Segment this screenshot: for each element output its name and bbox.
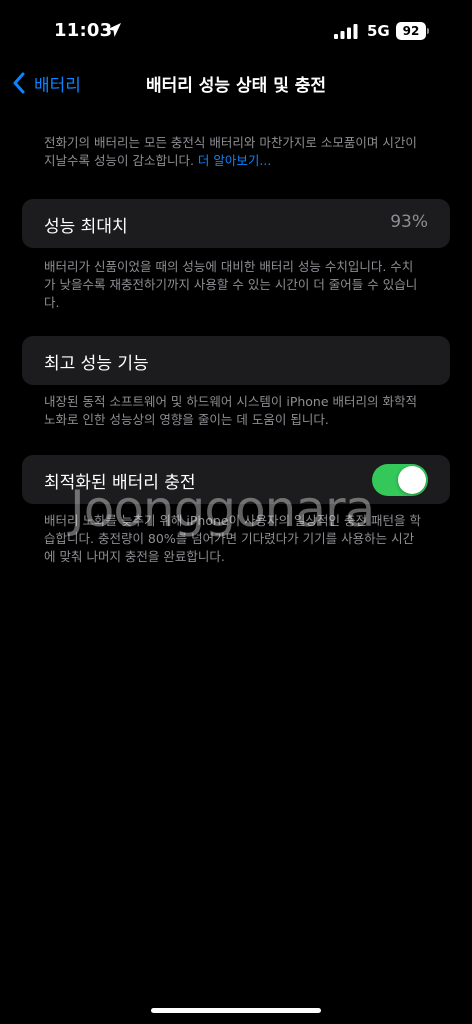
nav-bar: 배터리 배터리 성능 상태 및 충전 — [0, 62, 472, 106]
max-capacity-row: 성능 최대치 93% — [22, 199, 450, 248]
max-capacity-footnote: 배터리가 신품이었을 때의 성능에 대비한 배터리 성능 수치입니다. 수치가 … — [44, 259, 418, 310]
home-indicator[interactable] — [151, 1008, 321, 1013]
battery-icon: 92 — [396, 22, 430, 40]
optimized-charging-toggle[interactable] — [372, 464, 428, 496]
max-capacity-label: 성능 최대치 — [44, 217, 128, 237]
signal-bars-icon — [334, 24, 358, 39]
status-time: 11:03 — [54, 20, 113, 41]
learn-more-link[interactable]: 더 알아보기... — [198, 153, 271, 168]
battery-level: 92 — [402, 24, 420, 38]
peak-performance-footnote: 내장된 동적 소프트웨어 및 하드웨어 시스템이 iPhone 배터리의 화학적… — [44, 394, 417, 427]
network-type: 5G — [367, 22, 390, 40]
peak-performance-row[interactable]: 최고 성능 기능 — [22, 336, 450, 385]
status-bar: 11:03 5G 92 — [0, 0, 472, 62]
intro-text: 전화기의 배터리는 모든 충전식 배터리와 마찬가지로 소모품이며 시간이 지날… — [44, 134, 424, 170]
page-title: 배터리 성능 상태 및 충전 — [145, 76, 327, 96]
max-capacity-value: 93% — [390, 212, 428, 232]
peak-performance-label: 최고 성능 기능 — [44, 354, 149, 374]
watermark: Joonggonara — [70, 480, 375, 538]
toggle-knob — [398, 466, 426, 494]
location-arrow-icon — [107, 23, 121, 37]
